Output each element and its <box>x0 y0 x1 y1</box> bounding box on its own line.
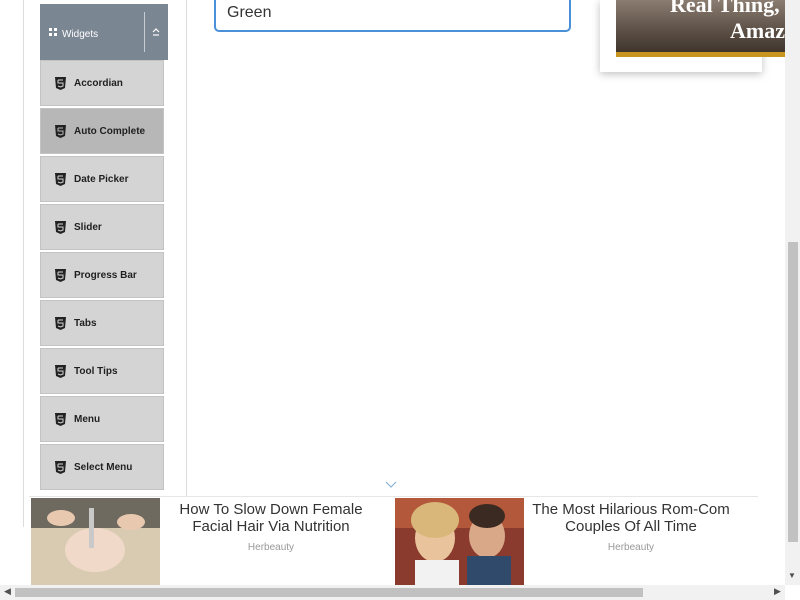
html5-icon <box>55 125 66 138</box>
menu-item-label: Date Picker <box>74 174 129 185</box>
menu-item-label: Tabs <box>74 318 97 329</box>
scroll-down-arrow-icon[interactable]: ▼ <box>788 571 796 580</box>
top-ad-banner[interactable]: Real Thing, Amazi <box>600 0 800 72</box>
menu-item-accordian[interactable]: Accordian <box>40 60 164 106</box>
collapse-button[interactable] <box>148 24 164 40</box>
bottom-ad-bar: How To Slow Down Female Facial Hair Via … <box>29 496 758 586</box>
menu-item-label: Auto Complete <box>74 126 146 137</box>
html5-icon <box>55 77 66 90</box>
menu-item-label: Progress Bar <box>74 270 137 281</box>
html5-icon <box>55 317 66 330</box>
autocomplete-value: Green <box>227 4 272 21</box>
horizontal-scroll-thumb[interactable] <box>15 588 643 597</box>
ad-source: Herbeauty <box>607 542 655 553</box>
html5-icon <box>55 413 66 426</box>
group-label: Widgets <box>62 29 99 40</box>
html5-icon <box>55 461 66 474</box>
chevron-up-icon <box>152 28 160 36</box>
html5-icon <box>55 173 66 186</box>
ad-card[interactable]: The Most Hilarious Rom-Com Couples Of Al… <box>393 498 755 585</box>
ad-source: Herbeauty <box>247 542 295 553</box>
vertical-scroll-thumb[interactable] <box>788 242 798 542</box>
menu-item-progress-bar[interactable]: Progress Bar <box>40 252 164 298</box>
html5-icon <box>55 269 66 282</box>
ad-collapse-button[interactable] <box>384 478 398 492</box>
scroll-right-arrow-icon[interactable]: ▶ <box>774 586 781 597</box>
menu-item-slider[interactable]: Slider <box>40 204 164 250</box>
menu-item-auto-complete[interactable]: Auto Complete <box>40 108 164 154</box>
widgets-menu: Accordian Auto Complete Date Picker Slid… <box>40 60 166 492</box>
menu-item-label: Select Menu <box>74 462 133 473</box>
ad-title: The Most Hilarious Rom-Com Couples Of Al… <box>532 501 730 535</box>
ad-stripe <box>616 52 800 57</box>
ad-thumbnail <box>31 498 160 585</box>
menu-item-label: Slider <box>74 222 102 233</box>
ad-text-line2: Amazi <box>730 18 792 43</box>
ad-card[interactable]: How To Slow Down Female Facial Hair Via … <box>29 498 389 585</box>
ad-text-line1: Real Thing, <box>670 0 780 17</box>
grid-icon <box>49 28 57 36</box>
menu-item-menu[interactable]: Menu <box>40 396 164 442</box>
menu-item-select-menu[interactable]: Select Menu <box>40 444 164 490</box>
autocomplete-input[interactable]: Green <box>214 0 571 32</box>
ad-title: How To Slow Down Female Facial Hair Via … <box>179 501 363 535</box>
menu-item-tool-tips[interactable]: Tool Tips <box>40 348 164 394</box>
vertical-scrollbar[interactable]: ▼ <box>785 0 800 585</box>
horizontal-scrollbar[interactable]: ◀ ▶ <box>0 585 785 600</box>
menu-item-label: Tool Tips <box>74 366 118 377</box>
ad-image: Real Thing, Amazi <box>616 0 800 57</box>
menu-item-label: Accordian <box>74 78 123 89</box>
html5-icon <box>55 365 66 378</box>
header-divider <box>144 12 145 52</box>
chevron-down-icon <box>385 481 397 488</box>
menu-item-tabs[interactable]: Tabs <box>40 300 164 346</box>
ad-thumbnail <box>395 498 524 585</box>
scroll-left-arrow-icon[interactable]: ◀ <box>4 586 11 597</box>
html5-icon <box>55 221 66 234</box>
menu-item-label: Menu <box>74 414 101 425</box>
widgets-group-header[interactable]: Widgets <box>40 4 168 60</box>
menu-item-date-picker[interactable]: Date Picker <box>40 156 164 202</box>
